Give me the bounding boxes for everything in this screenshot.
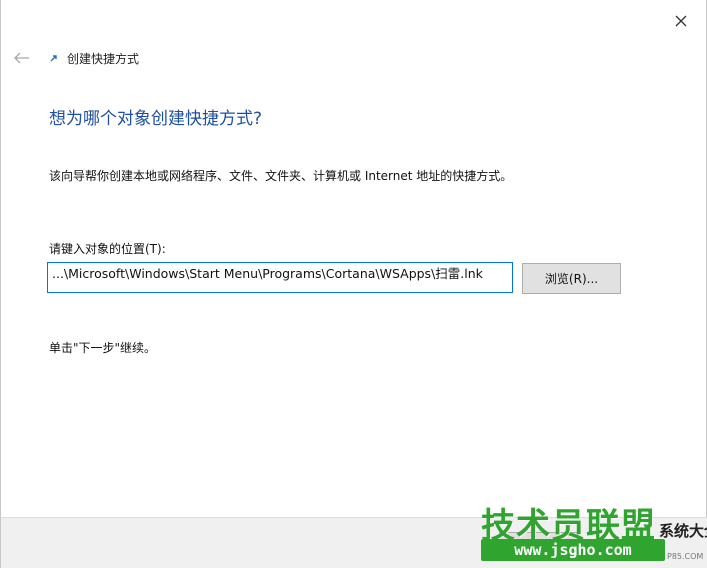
next-button[interactable]: 下一步(N) bbox=[499, 532, 579, 558]
page-heading: 想为哪个对象创建快捷方式? bbox=[49, 109, 263, 129]
shortcut-icon bbox=[47, 51, 61, 65]
shortcut-wizard-window: 创建快捷方式 想为哪个对象创建快捷方式? 该向导帮你创建本地或网络程序、文件、文… bbox=[0, 0, 707, 568]
window-title: 创建快捷方式 bbox=[67, 51, 140, 66]
continue-hint: 单击"下一步"继续。 bbox=[49, 341, 157, 355]
wizard-footer: 下一步(N) bbox=[1, 517, 707, 568]
wizard-description: 该向导帮你创建本地或网络程序、文件、文件夹、计算机或 Internet 地址的快… bbox=[49, 169, 513, 183]
back-button[interactable] bbox=[11, 47, 33, 69]
location-label: 请键入对象的位置(T): bbox=[49, 242, 166, 256]
wizard-titlebar: 创建快捷方式 bbox=[11, 44, 139, 72]
close-button[interactable] bbox=[670, 10, 692, 32]
browse-button[interactable]: 浏览(R)... bbox=[522, 263, 621, 294]
close-icon bbox=[675, 15, 687, 27]
location-input-value: ...\Microsoft\Windows\Start Menu\Program… bbox=[52, 266, 483, 281]
back-arrow-icon bbox=[14, 52, 29, 64]
location-input[interactable]: ...\Microsoft\Windows\Start Menu\Program… bbox=[47, 262, 513, 293]
